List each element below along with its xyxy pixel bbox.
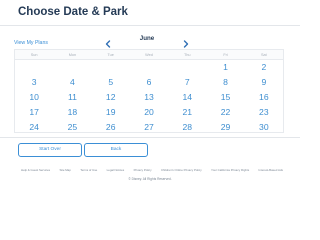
calendar-day[interactable]: 25 [53, 120, 91, 135]
footer-links: Help & Guest Services Site Map Terms of … [21, 168, 283, 172]
calendar-day[interactable]: 19 [92, 105, 130, 120]
calendar-day[interactable]: 6 [130, 75, 168, 90]
calendar-day[interactable]: 17 [15, 105, 53, 120]
weekday-label: Thu [183, 53, 191, 57]
footer-link-help[interactable]: Help & Guest Services [21, 168, 50, 172]
calendar-day-empty [168, 60, 206, 75]
weekday-label: Tue [107, 53, 114, 57]
calendar-day-empty [130, 60, 168, 75]
calendar-day[interactable]: 16 [245, 90, 283, 105]
calendar-week: 17 18 19 20 21 22 23 [15, 105, 283, 120]
calendar-day[interactable]: 29 [206, 120, 244, 135]
calendar-day[interactable]: 28 [168, 120, 206, 135]
weekday-label: Sat [260, 53, 267, 57]
weekday-label: Wed [145, 53, 153, 57]
calendar-day[interactable]: 20 [130, 105, 168, 120]
calendar-day[interactable]: 2 [245, 60, 283, 75]
footer-link-terms[interactable]: Terms of Use [80, 168, 97, 172]
calendar-day-empty [15, 60, 53, 75]
calendar-day[interactable]: 10 [15, 90, 53, 105]
chevron-left-icon[interactable] [104, 35, 112, 48]
calendar-day[interactable]: 7 [168, 75, 206, 90]
calendar-day-empty [92, 60, 130, 75]
calendar-day[interactable]: 1 [206, 60, 244, 75]
calendar-day[interactable]: 23 [245, 105, 283, 120]
actions-divider [0, 137, 300, 138]
footer-link-children-privacy[interactable]: Children's Online Privacy Policy [161, 168, 202, 172]
calendar-day[interactable]: 26 [92, 120, 130, 135]
view-my-plans-link[interactable]: View My Plans [14, 40, 48, 46]
weekday-label: Sun [30, 53, 38, 57]
weekday-label: Mon [68, 53, 77, 57]
calendar-week: 10 11 12 13 14 15 16 [15, 90, 283, 105]
calendar-day[interactable]: 15 [206, 90, 244, 105]
calendar-grid: Sun Mon Tue Wed Thu Fri Sat 1 2 3 4 5 6 … [14, 49, 284, 133]
footer-link-california-privacy[interactable]: Your California Privacy Rights [211, 168, 249, 172]
calendar-day[interactable]: 4 [53, 75, 91, 90]
footer-link-legal[interactable]: Legal Notices [107, 168, 125, 172]
calendar-day[interactable]: 11 [53, 90, 91, 105]
footer-link-interest-ads[interactable]: Interest-Based Ads [259, 168, 283, 172]
month-navigation: June [104, 33, 190, 48]
footer-link-site-map[interactable]: Site Map [59, 168, 70, 172]
calendar-day[interactable]: 22 [206, 105, 244, 120]
page-title: Choose Date & Park [18, 6, 128, 18]
calendar-week: 1 2 [15, 60, 283, 75]
back-button[interactable]: Back [84, 143, 148, 157]
calendar-day-empty [53, 60, 91, 75]
chevron-right-icon[interactable] [182, 35, 190, 48]
calendar-day[interactable]: 27 [130, 120, 168, 135]
calendar-day[interactable]: 13 [130, 90, 168, 105]
footer-link-privacy[interactable]: Privacy Policy [134, 168, 152, 172]
calendar-day[interactable]: 30 [245, 120, 283, 135]
weekday-header: Sun Mon Tue Wed Thu Fri Sat [15, 50, 283, 60]
weekday-label: Fri [223, 53, 228, 57]
calendar-day[interactable]: 8 [206, 75, 244, 90]
calendar-day[interactable]: 12 [92, 90, 130, 105]
header-divider [0, 25, 300, 26]
calendar-day[interactable]: 21 [168, 105, 206, 120]
calendar-week: 24 25 26 27 28 29 30 [15, 120, 283, 135]
calendar-day[interactable]: 24 [15, 120, 53, 135]
start-over-button[interactable]: Start Over [18, 143, 82, 157]
calendar-day[interactable]: 3 [15, 75, 53, 90]
month-label: June [139, 35, 155, 42]
calendar-day[interactable]: 9 [245, 75, 283, 90]
calendar-week: 3 4 5 6 7 8 9 [15, 75, 283, 90]
copyright: © Disney. All Rights Reserved. [128, 177, 172, 181]
calendar-day[interactable]: 5 [92, 75, 130, 90]
calendar-day[interactable]: 18 [53, 105, 91, 120]
calendar-day[interactable]: 14 [168, 90, 206, 105]
